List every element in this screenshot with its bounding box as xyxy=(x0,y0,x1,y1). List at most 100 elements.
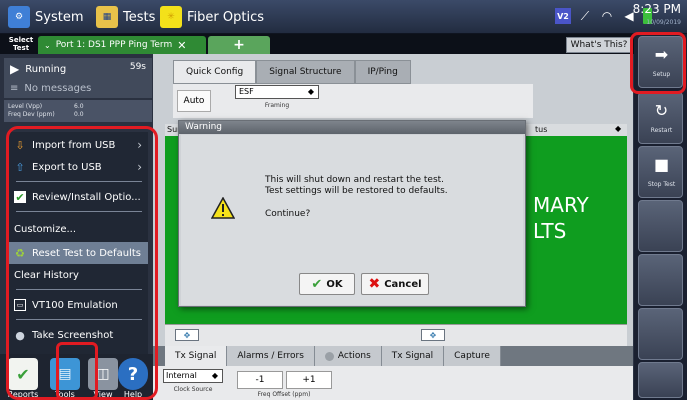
view-button[interactable]: ◫ xyxy=(88,358,118,390)
move-left-button[interactable]: ✥ xyxy=(175,329,199,341)
tab-ip-ping[interactable]: IP/Ping xyxy=(354,60,411,84)
select-test-button[interactable]: Select Test xyxy=(4,36,38,53)
dialog-title: Warning xyxy=(179,121,525,134)
restart-button[interactable]: ↻ Restart xyxy=(638,92,683,144)
reports-button[interactable]: ✔ xyxy=(8,358,38,390)
soft-key-4[interactable] xyxy=(638,200,683,252)
level-value: 6.0 xyxy=(74,103,84,110)
tab-tx-signal-2[interactable]: Tx Signal xyxy=(381,346,445,366)
x-icon: ✖ xyxy=(368,276,381,292)
wifi-icon: ◠ xyxy=(601,9,613,23)
menu-customize[interactable]: Customize... xyxy=(8,218,148,240)
left-panel: ▶ Running 59s ≡ No messages Level (Vpp) 6… xyxy=(0,54,153,400)
auto-button[interactable]: Auto xyxy=(177,90,211,112)
close-tab-icon[interactable]: ✕ xyxy=(177,39,186,52)
menu-label: Customize... xyxy=(14,223,77,235)
tools-label: Tools xyxy=(55,390,75,399)
network-icon: ⟋ xyxy=(580,8,590,23)
signal-levels: Level (Vpp) 6.0 Freq Dev (ppm) 0.0 xyxy=(4,100,152,122)
menu-label: Import from USB xyxy=(32,139,116,151)
menu-review-install-options[interactable]: ✔ Review/Install Optio... xyxy=(8,186,148,208)
soft-key-6[interactable] xyxy=(638,308,683,360)
chevron-right-icon: › xyxy=(137,160,142,174)
app-window: ⚙ System ▦ Tests ✳ Fiber Optics V2 ⟋ ◠ ◀… xyxy=(0,0,687,400)
soft-key-5[interactable] xyxy=(638,254,683,306)
clock-source-label: Clock Source xyxy=(173,386,213,393)
stop-test-label: Stop Test xyxy=(647,181,676,188)
tab-quick-config[interactable]: Quick Config xyxy=(173,60,257,84)
menu-export-usb[interactable]: ⇧ Export to USB › xyxy=(8,156,148,178)
chevron-down-icon: ⌄ xyxy=(44,40,51,50)
menu-label: Export to USB xyxy=(32,161,102,173)
run-state[interactable]: ▶ Running xyxy=(10,60,66,78)
tab-capture[interactable]: Capture xyxy=(444,346,501,366)
framing-select[interactable]: ESF ◆ xyxy=(235,85,319,99)
tab-actions[interactable]: Actions xyxy=(314,346,382,366)
setup-button[interactable]: ➡ Setup xyxy=(638,36,683,88)
add-test-tab-button[interactable]: + xyxy=(208,36,270,54)
menu-clear-history[interactable]: Clear History xyxy=(8,264,148,286)
move-right-button[interactable]: ✥ xyxy=(421,329,445,341)
menu-import-usb[interactable]: ⇩ Import from USB › xyxy=(8,134,148,156)
summary-results-text: MARY LTS xyxy=(533,192,589,244)
fiber-optics-button[interactable]: ✳ Fiber Optics xyxy=(160,4,264,30)
fiber-optics-label: Fiber Optics xyxy=(187,9,264,25)
stop-icon: ■ xyxy=(653,155,670,174)
menu-reset-test-defaults[interactable]: ♻ Reset Test to Defaults xyxy=(8,242,148,264)
menu-vt100-emulation[interactable]: ▭ VT100 Emulation xyxy=(8,294,148,316)
port-tab-label: Port 1: DS1 PPP Ping Term xyxy=(55,40,173,50)
system-button[interactable]: ⚙ System xyxy=(8,4,83,30)
level-label: Level (Vpp) xyxy=(8,103,43,110)
menu-label: Clear History xyxy=(14,269,79,281)
camera-icon: ● xyxy=(15,328,25,342)
menu-label: VT100 Emulation xyxy=(32,299,118,311)
top-bar: ⚙ System ▦ Tests ✳ Fiber Optics V2 ⟋ ◠ ◀… xyxy=(0,0,687,34)
chevron-right-icon: › xyxy=(137,138,142,152)
freq-minus-button[interactable]: -1 xyxy=(237,371,283,389)
select-arrow-icon: ◆ xyxy=(211,371,218,380)
radio-icon xyxy=(324,351,334,361)
tab-port1-test[interactable]: ⌄ Port 1: DS1 PPP Ping Term ✕ xyxy=(38,36,206,54)
restart-icon: ↻ xyxy=(654,101,669,120)
clock-source-select[interactable]: Internal ◆ xyxy=(163,369,223,383)
test-status-panel: ▶ Running 59s ≡ No messages xyxy=(4,58,152,98)
list-icon: ≡ xyxy=(10,82,19,94)
tab-alarms-errors[interactable]: Alarms / Errors xyxy=(227,346,315,366)
freq-plus-button[interactable]: +1 xyxy=(286,371,332,389)
clock-date: 10/09/2019 xyxy=(646,19,681,26)
ok-button[interactable]: ✔ OK xyxy=(299,273,355,295)
messages-row[interactable]: ≡ No messages xyxy=(10,79,91,97)
menu-label: Reset Test to Defaults xyxy=(32,247,141,259)
usb-export-icon: ⇧ xyxy=(15,160,25,174)
tests-label: Tests xyxy=(123,9,156,25)
soft-key-7[interactable] xyxy=(638,362,683,398)
summary-line-1: MARY xyxy=(533,193,589,217)
warning-icon xyxy=(211,197,235,219)
menu-take-screenshot[interactable]: ● Take Screenshot xyxy=(8,324,148,346)
results-right-header[interactable]: tus xyxy=(535,125,547,134)
stop-test-button[interactable]: ■ Stop Test xyxy=(638,146,683,198)
tab-actions-label: Actions xyxy=(337,351,371,361)
clock-source-value: Internal xyxy=(166,371,197,380)
terminal-icon: ▭ xyxy=(14,299,26,311)
tab-signal-structure[interactable]: Signal Structure xyxy=(256,60,355,84)
level-row: Level (Vpp) 6.0 xyxy=(8,103,148,111)
tools-button[interactable]: ▤ xyxy=(50,358,80,390)
view-label: View xyxy=(93,390,113,399)
help-button[interactable]: ? xyxy=(118,358,148,390)
select-arrow-icon[interactable]: ◆ xyxy=(615,124,621,133)
dialog-message-line-1: This will shut down and restart the test… xyxy=(265,175,445,185)
tests-button[interactable]: ▦ Tests xyxy=(96,4,155,30)
whats-this-button[interactable]: What's This? xyxy=(566,37,632,53)
view-icon: ◫ xyxy=(96,366,110,382)
cancel-button[interactable]: ✖ Cancel xyxy=(361,273,429,295)
messages-label: No messages xyxy=(24,82,92,94)
v2-badge: V2 xyxy=(555,8,571,24)
freq-row: Freq Dev (ppm) 0.0 xyxy=(8,111,148,119)
tests-icon: ▦ xyxy=(96,6,118,28)
action-tabs: Tx Signal Alarms / Errors Actions Tx Sig… xyxy=(153,346,633,366)
menu-separator xyxy=(16,181,142,182)
system-label: System xyxy=(35,9,84,25)
tab-tx-signal[interactable]: Tx Signal xyxy=(165,346,228,366)
clock-time: 8:23 PM xyxy=(632,2,681,16)
